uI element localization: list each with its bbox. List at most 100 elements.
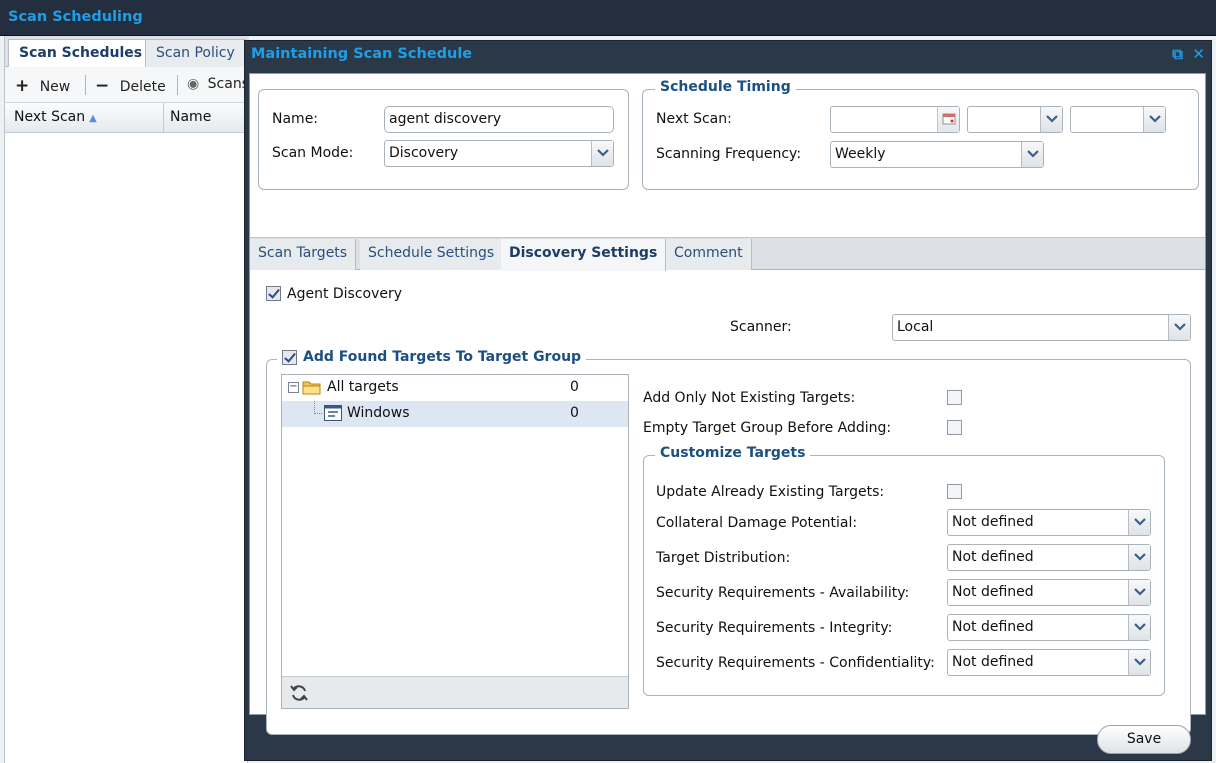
scan-mode-value: Discovery [389,145,459,161]
chevron-down-icon[interactable] [1168,315,1190,340]
collateral-damage-select[interactable]: Not defined [947,509,1151,536]
chevron-down-icon[interactable] [1128,510,1150,535]
chevron-down-icon[interactable] [1128,545,1150,570]
new-label: New [39,79,71,95]
delete-label: Delete [119,79,166,95]
scanner-value: Local [897,319,934,335]
schedule-timing-legend: Schedule Timing [655,79,796,95]
tree-footer [282,676,628,708]
update-existing-checkbox[interactable] [947,484,962,499]
tree-node-windows[interactable]: Windows 0 [282,401,628,427]
tab-scan-targets[interactable]: Scan Targets [250,239,357,270]
tab-discovery-settings[interactable]: Discovery Settings [501,239,667,271]
target-group-icon [324,405,342,426]
name-input[interactable]: agent discovery [384,106,614,133]
dialog-body: Name: agent discovery Scan Mode: Discove… [249,73,1206,735]
dialog-footer: Save [249,717,1206,759]
customize-targets-legend: Customize Targets [655,445,811,461]
tab-schedule-settings[interactable]: Schedule Settings [360,239,504,270]
next-scan-label: Next Scan: [656,111,732,127]
next-scan-hour-select[interactable] [967,106,1063,133]
empty-group-checkbox[interactable] [947,420,962,435]
add-found-targets-legend: Add Found Targets To Target Group [277,349,587,365]
target-distribution-select[interactable]: Not defined [947,544,1151,571]
scans-button[interactable]: ◉ Scans [187,76,247,92]
schedules-panel: Scan Schedules Scan Policy + New − Delet… [4,36,249,763]
add-found-targets-group: Add Found Targets To Target Group − All … [266,349,1191,735]
tab-scan-policy[interactable]: Scan Policy [145,39,246,67]
agent-discovery-checkbox[interactable] [266,286,281,301]
availability-value: Not defined [952,584,1034,600]
add-found-targets-checkbox[interactable] [282,349,297,365]
availability-label: Security Requirements - Availability: [656,585,910,601]
tree-node-label: All targets [327,379,399,395]
confidentiality-value: Not defined [952,654,1034,670]
tree-node-count: 0 [570,405,579,421]
column-next-scan[interactable]: Next Scan ▲ [14,109,97,125]
chevron-down-icon[interactable] [591,141,613,166]
app-title: Scan Scheduling [0,0,1216,36]
toolbar-divider [177,75,178,95]
collateral-damage-label: Collateral Damage Potential: [656,515,858,531]
scan-mode-select[interactable]: Discovery [384,140,614,167]
tab-comment[interactable]: Comment [666,239,752,270]
chevron-down-icon[interactable] [1021,142,1043,167]
next-scan-date-input[interactable] [830,106,960,133]
tree-node-label: Windows [347,405,410,421]
integrity-value: Not defined [952,619,1034,635]
column-name[interactable]: Name [170,109,211,125]
tree-connector [314,401,322,414]
folder-icon [302,378,322,400]
plus-icon: + [15,76,30,96]
target-distribution-value: Not defined [952,549,1034,565]
tree-node-count: 0 [570,379,579,395]
chevron-down-icon[interactable] [1128,580,1150,605]
delete-button[interactable]: − Delete [95,76,166,96]
chevron-down-icon[interactable] [1040,107,1062,132]
customize-targets-group: Customize Targets Update Already Existin… [643,445,1165,696]
empty-group-label: Empty Target Group Before Adding: [643,420,892,436]
next-scan-minute-select[interactable] [1070,106,1166,133]
agent-discovery-label: Agent Discovery [287,286,403,302]
left-tab-strip: Scan Schedules Scan Policy [5,36,249,68]
add-found-targets-label: Add Found Targets To Target Group [303,349,582,365]
column-divider[interactable] [163,103,164,133]
scanner-select[interactable]: Local [892,314,1191,341]
calendar-icon[interactable] [937,107,959,132]
save-button[interactable]: Save [1097,725,1191,754]
refresh-icon[interactable] [289,683,309,707]
target-group-tree: − All targets 0 Windows 0 [281,374,629,709]
scans-label: Scans [207,76,247,92]
integrity-label: Security Requirements - Integrity: [656,620,893,636]
close-icon[interactable]: ✕ [1192,45,1205,63]
toolbar-divider [85,75,86,95]
schedule-timing-group: Schedule Timing Next Scan: Scanning Freq… [642,79,1199,190]
frequency-select[interactable]: Weekly [830,141,1044,168]
tab-scan-schedules[interactable]: Scan Schedules [8,39,154,68]
scanner-label: Scanner: [730,319,792,335]
scan-mode-label: Scan Mode: [272,145,354,161]
collapse-icon[interactable]: − [288,382,299,393]
collateral-damage-value: Not defined [952,514,1034,530]
update-existing-label: Update Already Existing Targets: [656,484,885,500]
chevron-down-icon[interactable] [1143,107,1165,132]
new-button[interactable]: + New [15,76,70,96]
settings-tab-strip: Scan Targets Schedule Settings Discovery… [250,237,1205,271]
confidentiality-label: Security Requirements - Confidentiality: [656,655,935,671]
add-only-not-existing-label: Add Only Not Existing Targets: [643,390,856,406]
add-only-not-existing-checkbox[interactable] [947,390,962,405]
scan-schedule-dialog: Maintaining Scan Schedule ⧉ ✕ Name: agen… [244,40,1212,761]
chevron-down-icon[interactable] [1128,650,1150,675]
general-group: Name: agent discovery Scan Mode: Discove… [258,89,629,190]
schedules-toolbar: + New − Delete ◉ Scans [5,67,249,103]
name-label: Name: [272,111,319,127]
column-next-scan-label: Next Scan [14,109,86,125]
availability-select[interactable]: Not defined [947,579,1151,606]
restore-icon[interactable]: ⧉ [1172,45,1183,63]
chevron-down-icon[interactable] [1128,615,1150,640]
frequency-label: Scanning Frequency: [656,146,802,162]
tree-node-all-targets[interactable]: − All targets 0 [282,375,628,401]
integrity-select[interactable]: Not defined [947,614,1151,641]
confidentiality-select[interactable]: Not defined [947,649,1151,676]
dialog-title: Maintaining Scan Schedule [251,46,473,62]
